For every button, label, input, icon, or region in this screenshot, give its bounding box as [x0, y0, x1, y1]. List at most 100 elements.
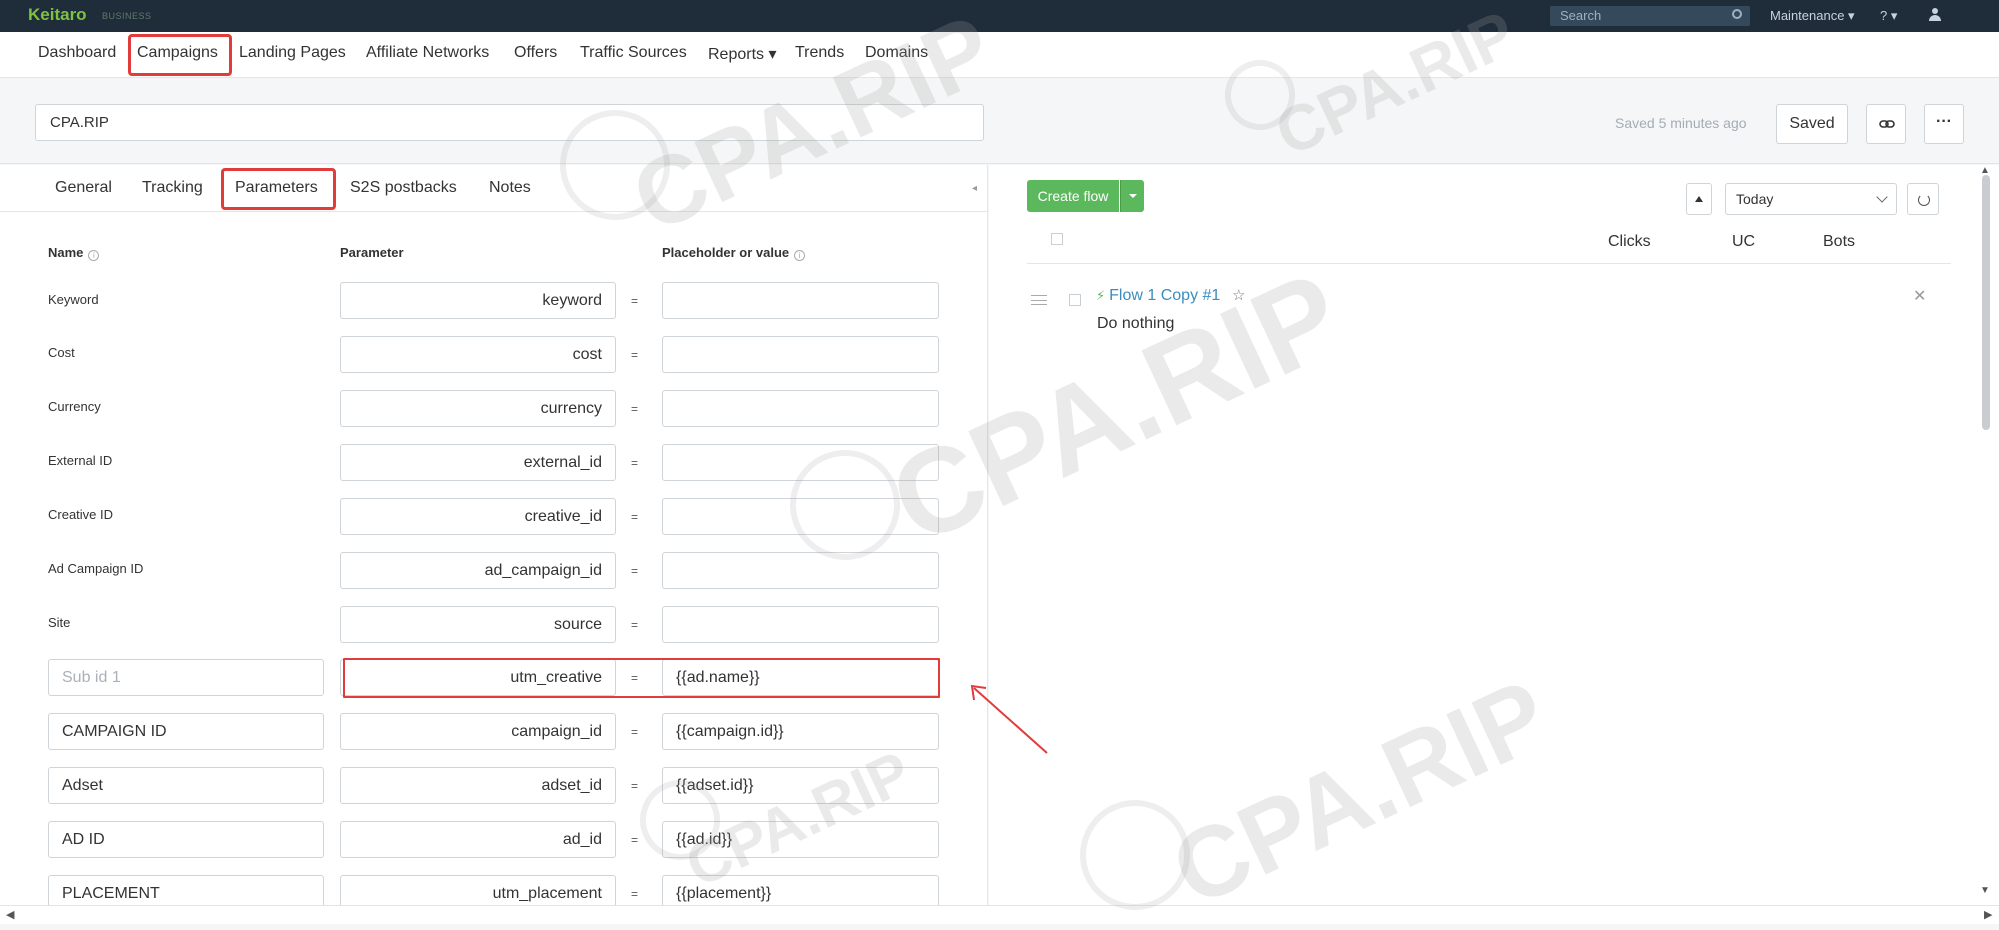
logo-edition: BUSINESS [102, 11, 152, 21]
subid-param-input-2[interactable]: campaign_id [340, 713, 616, 750]
help-menu[interactable]: ? ▾ [1880, 8, 1897, 24]
nav-reports[interactable]: Reports ▾ [708, 44, 777, 64]
param-input-creative-id[interactable]: creative_id [340, 498, 616, 535]
param-label-creative-id: Creative ID [48, 507, 114, 522]
create-flow-button[interactable]: Create flow [1027, 180, 1119, 212]
chevron-down-icon [1876, 191, 1888, 203]
scroll-left-icon[interactable]: ◀ [6, 908, 14, 921]
column-bots[interactable]: Bots [1823, 233, 1855, 251]
more-button[interactable]: ··· [1924, 104, 1964, 144]
flows-panel: Create flow Today Clicks UC Bots ⚡ Flow 1… [989, 165, 1999, 905]
column-value-header: Placeholder or value i [662, 245, 806, 261]
info-icon[interactable]: i [88, 250, 100, 261]
value-input-currency[interactable] [662, 390, 939, 427]
subid-name-input-1[interactable]: Sub id 1 [48, 659, 324, 696]
param-label-ad-campaign-id: Ad Campaign ID [48, 561, 144, 576]
subid-value-input-3[interactable]: {{adset.id}} [662, 767, 939, 804]
value-input-creative-id[interactable] [662, 498, 939, 535]
subid-value-input-2[interactable]: {{campaign.id}} [662, 713, 939, 750]
param-label-external-id: External ID [48, 453, 113, 468]
param-input-currency[interactable]: currency [340, 390, 616, 427]
campaign-link-button[interactable] [1866, 104, 1906, 144]
flow-action: Do nothing [1097, 315, 1175, 332]
equals-sign: = [631, 402, 639, 416]
date-range-value: Today [1736, 191, 1774, 207]
param-input-ad-campaign-id[interactable]: ad_campaign_id [340, 552, 616, 589]
column-uc[interactable]: UC [1732, 233, 1755, 251]
column-clicks[interactable]: Clicks [1608, 233, 1651, 251]
highlight-parameters [221, 168, 336, 210]
subid-value-input-4[interactable]: {{ad.id}} [662, 821, 939, 858]
value-input-ad-campaign-id[interactable] [662, 552, 939, 589]
nav-landing-pages[interactable]: Landing Pages [239, 44, 346, 62]
tab-general[interactable]: General [55, 179, 112, 197]
param-input-external-id[interactable]: external_id [340, 444, 616, 481]
create-flow-dropdown[interactable] [1120, 180, 1144, 212]
param-label-cost: Cost [48, 345, 75, 360]
campaign-header: CPA.RIP Saved 5 minutes ago Saved ··· [0, 78, 1999, 164]
vertical-scrollbar[interactable] [1982, 175, 1990, 430]
nav-trends[interactable]: Trends [795, 44, 844, 62]
flow-name-link[interactable]: ⚡ Flow 1 Copy #1 [1096, 287, 1220, 305]
column-name-header: Name i [48, 245, 100, 261]
subid-name-input-4[interactable]: AD ID [48, 821, 324, 858]
equals-sign: = [631, 456, 639, 470]
param-input-keyword[interactable]: keyword [340, 282, 616, 319]
close-icon[interactable]: ✕ [1913, 286, 1926, 306]
scroll-down-icon[interactable]: ▼ [1980, 885, 1990, 896]
param-label-site: Site [48, 615, 71, 630]
value-input-keyword[interactable] [662, 282, 939, 319]
equals-sign: = [631, 618, 639, 632]
nav-traffic-sources[interactable]: Traffic Sources [580, 44, 687, 62]
value-input-source[interactable] [662, 606, 939, 643]
keitaro-logo[interactable]: Keitaro [28, 5, 87, 25]
horizontal-scrollbar[interactable]: ◀ ▶ [0, 905, 1999, 924]
param-input-cost[interactable]: cost [340, 336, 616, 373]
flow-checkbox[interactable] [1069, 294, 1081, 306]
saved-status: Saved 5 minutes ago [1615, 115, 1747, 131]
saved-button[interactable]: Saved [1776, 104, 1848, 144]
drag-handle-icon[interactable] [1031, 295, 1047, 305]
info-icon[interactable]: i [794, 250, 806, 261]
equals-sign: = [631, 564, 639, 578]
tab-notes[interactable]: Notes [489, 179, 531, 197]
tab-s2s-postbacks[interactable]: S2S postbacks [350, 179, 457, 197]
equals-sign: = [631, 510, 639, 524]
bolt-icon: ⚡ [1096, 288, 1106, 303]
param-label-currency: Currency [48, 399, 101, 414]
highlight-utm-creative-row [343, 658, 940, 698]
search-placeholder: Search [1560, 8, 1602, 23]
search-icon [1732, 9, 1742, 19]
select-all-checkbox[interactable] [1051, 233, 1063, 245]
tab-tracking[interactable]: Tracking [142, 179, 203, 197]
star-icon[interactable]: ☆ [1232, 286, 1245, 304]
nav-offers[interactable]: Offers [514, 44, 557, 62]
annotation-arrow [970, 684, 1048, 754]
subid-param-input-4[interactable]: ad_id [340, 821, 616, 858]
campaign-name-input[interactable]: CPA.RIP [35, 104, 984, 141]
equals-sign: = [631, 833, 639, 847]
collapse-panel-icon[interactable]: ◂ [972, 183, 977, 194]
settings-tabs: General Tracking Parameters S2S postback… [0, 165, 988, 212]
equals-sign: = [631, 779, 639, 793]
subid-name-input-2[interactable]: CAMPAIGN ID [48, 713, 324, 750]
user-icon[interactable] [1928, 8, 1942, 22]
param-input-source[interactable]: source [340, 606, 616, 643]
nav-domains[interactable]: Domains [865, 44, 928, 62]
nav-affiliate-networks[interactable]: Affiliate Networks [366, 44, 489, 62]
link-icon [1879, 120, 1895, 128]
sort-up-button[interactable] [1686, 183, 1712, 215]
equals-sign: = [631, 348, 639, 362]
maintenance-menu[interactable]: Maintenance ▾ [1770, 8, 1855, 24]
nav-dashboard[interactable]: Dashboard [38, 44, 116, 62]
scroll-right-icon[interactable]: ▶ [1984, 908, 1992, 921]
value-input-external-id[interactable] [662, 444, 939, 481]
search-input[interactable]: Search [1550, 6, 1750, 26]
subid-param-input-3[interactable]: adset_id [340, 767, 616, 804]
value-input-cost[interactable] [662, 336, 939, 373]
subid-name-input-3[interactable]: Adset [48, 767, 324, 804]
date-range-select[interactable]: Today [1725, 183, 1897, 215]
refresh-button[interactable] [1907, 183, 1939, 215]
equals-sign: = [631, 887, 639, 901]
main-nav: Dashboard Campaigns Landing Pages Affili… [0, 32, 1999, 78]
